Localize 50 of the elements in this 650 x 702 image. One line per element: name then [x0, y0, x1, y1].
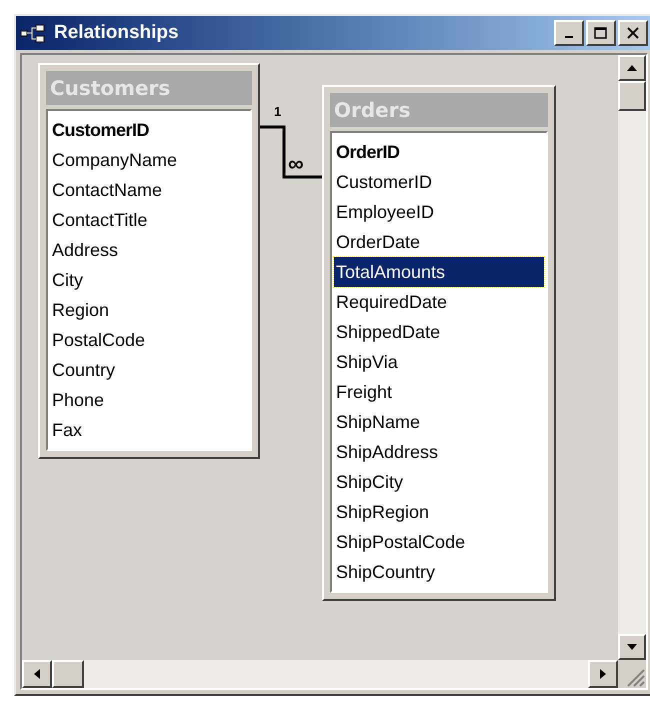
scroll-right-button[interactable] [588, 660, 618, 688]
field-item[interactable]: ShippedDate [334, 317, 544, 347]
field-item[interactable]: OrderID [334, 137, 544, 167]
field-item[interactable]: ShipPostalCode [334, 527, 544, 557]
up-arrow-icon [627, 65, 637, 71]
field-item[interactable]: ShipVia [334, 347, 544, 377]
field-list-window[interactable]: Customers CustomerID CompanyName ContactName ContactTitle Address City Region PostalCode Country Phone Fax [38, 63, 260, 459]
field-item[interactable]: CompanyName [50, 145, 248, 175]
close-button[interactable] [618, 20, 648, 46]
field-item[interactable]: TotalAmounts [334, 257, 544, 287]
vertical-scrollbar[interactable] [618, 55, 646, 660]
scroll-thumb[interactable] [618, 81, 646, 111]
field-item[interactable]: Region [50, 295, 248, 325]
scroll-thumb[interactable] [52, 660, 84, 688]
relationship-line [260, 124, 322, 181]
field-item[interactable]: EmployeeID [334, 197, 544, 227]
field-item[interactable]: Phone [50, 385, 248, 415]
minimize-icon [565, 36, 573, 38]
minimize-button[interactable] [554, 20, 584, 46]
one-label: 1 [274, 105, 282, 118]
field-item[interactable]: RequiredDate [334, 287, 544, 317]
scroll-left-button[interactable] [22, 660, 52, 688]
field-item[interactable]: ShipCity [334, 467, 544, 497]
field-item[interactable]: Fax [50, 415, 248, 445]
field-item[interactable]: ShipName [334, 407, 544, 437]
maximize-icon [594, 27, 608, 39]
horizontal-scrollbar[interactable] [22, 660, 618, 688]
scroll-down-button[interactable] [618, 634, 646, 660]
field-item[interactable]: PostalCode [50, 325, 248, 355]
field-item[interactable]: ContactName [50, 175, 248, 205]
window-title: Relationships [54, 20, 180, 45]
field-item[interactable]: ContactTitle [50, 205, 248, 235]
down-arrow-icon [627, 644, 637, 650]
field-item[interactable]: Country [50, 355, 248, 385]
field-item[interactable]: CustomerID [50, 115, 248, 145]
field-item[interactable]: CustomerID [334, 167, 544, 197]
close-icon [626, 27, 640, 39]
field-item[interactable]: City [50, 265, 248, 295]
field-item[interactable]: ShipRegion [334, 497, 544, 527]
right-arrow-icon [600, 669, 606, 679]
field-item[interactable]: Freight [334, 377, 544, 407]
field-item[interactable]: ShipAddress [334, 437, 544, 467]
field-item[interactable]: Address [50, 235, 248, 265]
many-label: ∞ [288, 153, 304, 175]
field-item[interactable]: OrderDate [334, 227, 544, 257]
field-list-window[interactable]: Orders OrderID CustomerID EmployeeID OrderDate TotalAmounts RequiredDate ShippedDate ShipVia Freight ShipName ShipAddress ShipCity ShipRegion ShipPostalCode ShipCountry [322, 85, 556, 601]
maximize-button[interactable] [586, 20, 616, 46]
scroll-up-button[interactable] [618, 55, 646, 81]
left-arrow-icon [34, 669, 40, 679]
field-item[interactable]: ShipCountry [334, 557, 544, 587]
